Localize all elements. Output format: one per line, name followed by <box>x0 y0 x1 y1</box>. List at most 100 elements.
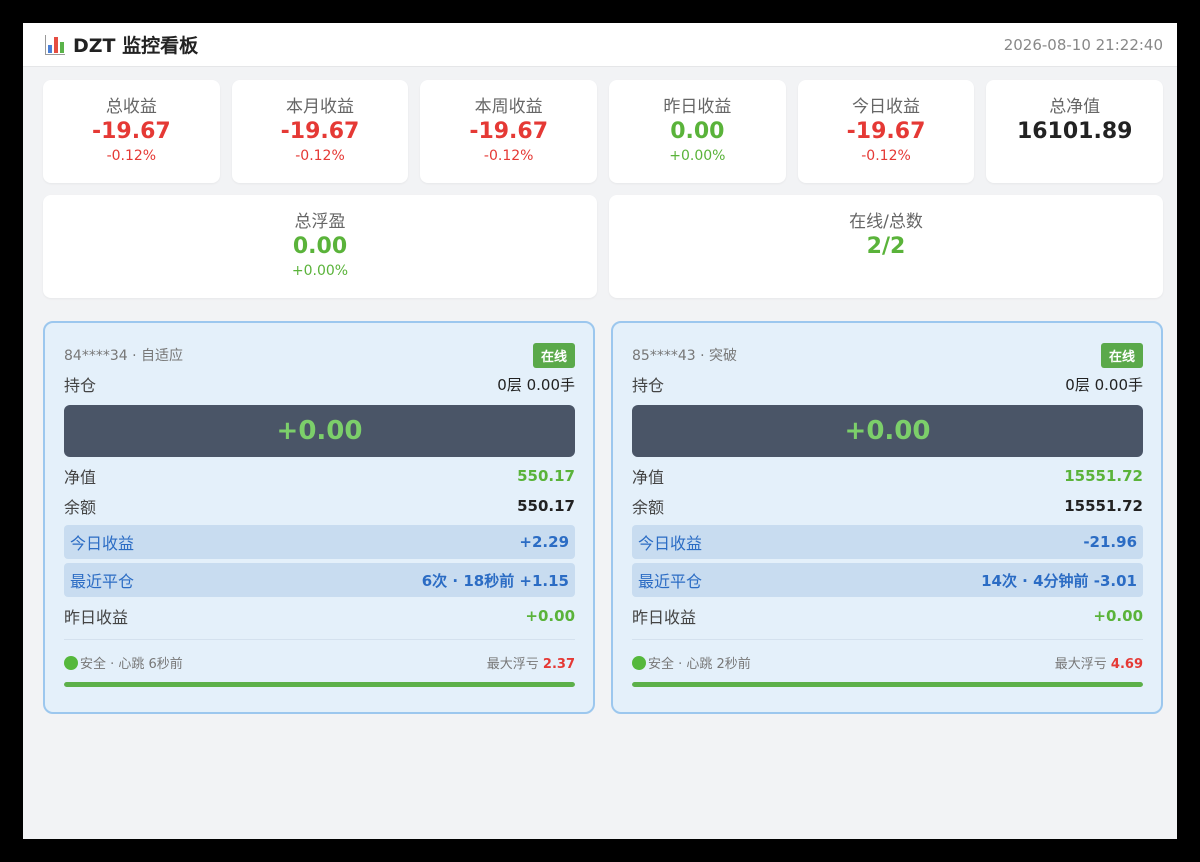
stat-today-profit: 今日收益 -19.67 -0.12% <box>797 80 975 183</box>
card-footer: 安全 · 心跳 2秒前 最大浮亏 4.69 <box>632 648 1143 676</box>
recent-close-label: 最近平仓 <box>638 572 703 591</box>
max-drawdown-value: 2.37 <box>542 656 575 672</box>
balance-label: 余额 <box>64 498 97 517</box>
balance-row: 余额 15551.72 <box>632 491 1143 521</box>
stat-label: 昨日收益 <box>663 97 732 117</box>
green-dot-icon <box>64 655 78 670</box>
max-drawdown-value: 4.69 <box>1110 656 1143 672</box>
position-label: 持仓 <box>632 376 665 395</box>
stat-value: 2/2 <box>866 234 906 259</box>
stat-percent: -0.12% <box>861 148 911 164</box>
equity-label: 净值 <box>632 468 665 487</box>
today-profit-label: 今日收益 <box>638 534 703 553</box>
safety-text: 安全 · 心跳 2秒前 <box>648 656 751 672</box>
yesterday-profit-row: 昨日收益 +0.00 <box>632 601 1143 631</box>
position-label: 持仓 <box>64 376 97 395</box>
account-card[interactable]: 84****34 · 自适应 在线 持仓 0层 0.00手 +0.00 净值 5… <box>43 321 595 714</box>
position-row: 持仓 0层 0.00手 <box>632 369 1143 399</box>
stat-percent: -0.12% <box>295 148 345 164</box>
equity-row: 净值 15551.72 <box>632 461 1143 491</box>
safety-status: 安全 · 心跳 6秒前 <box>64 653 183 672</box>
stat-percent: +0.00% <box>669 148 726 164</box>
recent-close-label: 最近平仓 <box>70 572 135 591</box>
stat-total-floating: 总浮盈 0.00 +0.00% <box>43 195 597 298</box>
account-name: 84****34 · 自适应 <box>64 348 183 364</box>
yesterday-profit-row: 昨日收益 +0.00 <box>64 601 575 631</box>
summary-stats-row1: 总收益 -19.67 -0.12% 本月收益 -19.67 -0.12% 本周收… <box>43 80 1164 183</box>
divider <box>64 639 575 640</box>
stat-total-profit: 总收益 -19.67 -0.12% <box>43 80 220 183</box>
page-title-text: DZT 监控看板 <box>73 35 199 57</box>
stat-value: 16101.89 <box>1016 119 1133 144</box>
position-value: 0层 0.00手 <box>1065 375 1143 394</box>
balance-value: 15551.72 <box>1064 497 1143 515</box>
floating-pnl: +0.00 <box>632 405 1143 457</box>
max-drawdown: 最大浮亏 2.37 <box>487 653 575 672</box>
stat-label: 总收益 <box>105 97 157 117</box>
equity-value: 550.17 <box>517 467 575 485</box>
stat-percent: -0.12% <box>106 148 157 164</box>
account-name: 85****43 · 突破 <box>632 348 737 364</box>
recent-close-row: 最近平仓 14次 · 4分钟前 -3.01 <box>632 563 1143 597</box>
safety-progress-bar <box>64 682 575 687</box>
today-profit-row: 今日收益 +2.29 <box>64 525 575 559</box>
max-drawdown-label: 最大浮亏 <box>486 656 539 672</box>
equity-label: 净值 <box>64 468 97 487</box>
header: DZT 监控看板 2026-08-10 21:22:40 <box>23 23 1177 67</box>
stat-label: 本月收益 <box>286 97 354 117</box>
stat-online-total: 在线/总数 2/2 <box>609 195 1163 298</box>
stat-total-equity: 总净值 16101.89 <box>986 80 1164 183</box>
stat-percent: +0.00% <box>291 263 349 279</box>
page-title: DZT 监控看板 <box>45 31 198 58</box>
account-card[interactable]: 85****43 · 突破 在线 持仓 0层 0.00手 +0.00 净值 15… <box>611 321 1163 714</box>
yesterday-profit-value: +0.00 <box>525 607 575 625</box>
today-profit-value: -21.96 <box>1083 533 1137 551</box>
stat-value: -19.67 <box>469 119 549 144</box>
stat-value: 0.00 <box>292 234 348 259</box>
recent-close-value: 14次 · 4分钟前 -3.01 <box>981 571 1137 590</box>
balance-row: 余额 550.17 <box>64 491 575 521</box>
summary-stats-row2: 总浮盈 0.00 +0.00% 在线/总数 2/2 <box>43 195 1163 298</box>
stat-percent: -0.12% <box>483 148 534 164</box>
balance-value: 550.17 <box>517 497 575 515</box>
stat-value: -19.67 <box>846 119 926 144</box>
bar-chart-icon <box>45 34 65 55</box>
dashboard-window: DZT 监控看板 2026-08-10 21:22:40 总收益 -19.67 … <box>23 23 1177 839</box>
stat-label: 在线/总数 <box>849 212 923 232</box>
stat-value: -19.67 <box>280 119 360 144</box>
recent-close-row: 最近平仓 6次 · 18秒前 +1.15 <box>64 563 575 597</box>
recent-close-value: 6次 · 18秒前 +1.15 <box>421 571 569 590</box>
yesterday-profit-value: +0.00 <box>1093 607 1143 625</box>
green-dot-icon <box>632 655 646 670</box>
divider <box>632 639 1143 640</box>
stat-yesterday-profit: 昨日收益 0.00 +0.00% <box>609 80 786 183</box>
status-badge: 在线 <box>532 342 575 368</box>
safety-progress-fill <box>632 682 1143 687</box>
floating-pnl: +0.00 <box>64 405 575 457</box>
today-profit-value: +2.29 <box>519 533 569 551</box>
today-profit-row: 今日收益 -21.96 <box>632 525 1143 559</box>
stat-label: 今日收益 <box>852 97 921 117</box>
stat-label: 总净值 <box>1049 97 1101 117</box>
safety-text: 安全 · 心跳 6秒前 <box>80 656 183 672</box>
max-drawdown-label: 最大浮亏 <box>1054 656 1107 672</box>
position-value: 0层 0.00手 <box>497 375 575 394</box>
stat-label: 总浮盈 <box>294 212 346 232</box>
safety-progress-fill <box>64 682 575 687</box>
max-drawdown: 最大浮亏 4.69 <box>1055 653 1143 672</box>
stat-month-profit: 本月收益 -19.67 -0.12% <box>231 80 409 183</box>
position-row: 持仓 0层 0.00手 <box>64 369 575 399</box>
equity-value: 15551.72 <box>1064 467 1143 485</box>
card-footer: 安全 · 心跳 6秒前 最大浮亏 2.37 <box>64 648 575 676</box>
equity-row: 净值 550.17 <box>64 461 575 491</box>
stat-value: -19.67 <box>91 119 171 144</box>
yesterday-profit-label: 昨日收益 <box>632 608 697 627</box>
today-profit-label: 今日收益 <box>70 534 135 553</box>
safety-progress-bar <box>632 682 1143 687</box>
yesterday-profit-label: 昨日收益 <box>64 608 129 627</box>
account-cards: 84****34 · 自适应 在线 持仓 0层 0.00手 +0.00 净值 5… <box>43 321 1163 714</box>
status-badge: 在线 <box>1100 342 1143 368</box>
safety-status: 安全 · 心跳 2秒前 <box>632 653 751 672</box>
stat-value: 0.00 <box>670 119 725 144</box>
stat-week-profit: 本周收益 -19.67 -0.12% <box>420 80 598 183</box>
